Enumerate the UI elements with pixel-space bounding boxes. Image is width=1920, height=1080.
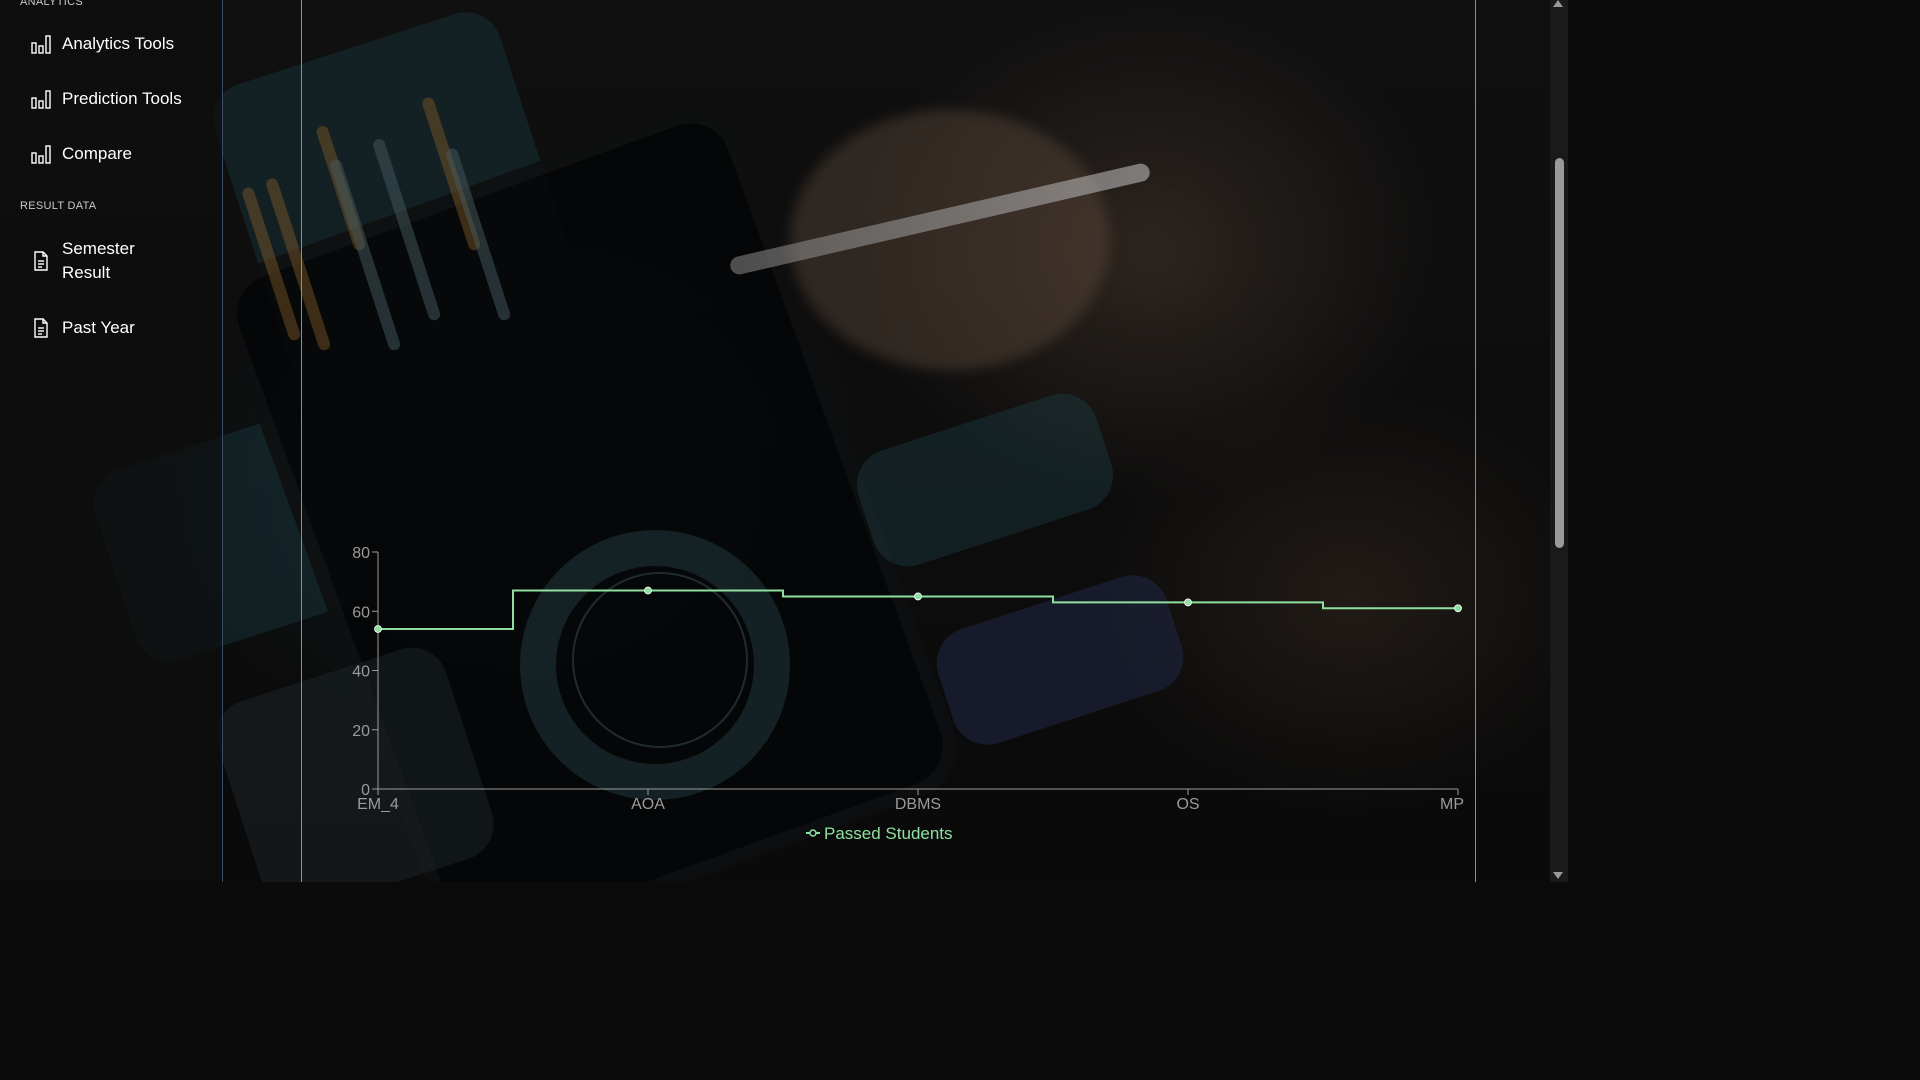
x-tick-label: MP	[1440, 796, 1464, 813]
y-tick-label: 80	[352, 545, 370, 562]
data-point	[914, 592, 922, 601]
y-tick-label: 20	[352, 723, 370, 740]
x-tick-label: OS	[1176, 796, 1199, 813]
x-tick-label: DBMS	[895, 796, 941, 813]
data-point	[644, 586, 652, 595]
x-tick-label: AOA	[631, 796, 665, 813]
y-tick-label: 60	[352, 604, 370, 621]
passed-students-chart: 020406080EM_4 AOA DBMS OS MPPassed Students	[352, 545, 1464, 843]
y-tick-label: 40	[352, 664, 370, 681]
scroll-down-arrow-icon[interactable]	[1553, 872, 1563, 879]
scroll-thumb[interactable]	[1555, 158, 1564, 548]
data-point	[1454, 604, 1462, 613]
data-point	[374, 625, 382, 633]
legend-label: Passed Students	[824, 824, 953, 843]
legend-marker-icon	[809, 829, 817, 837]
scroll-up-arrow-icon[interactable]	[1553, 0, 1563, 7]
data-point	[1184, 598, 1192, 607]
scrollbar[interactable]	[1550, 0, 1568, 882]
x-tick-label: EM_4	[357, 796, 399, 813]
